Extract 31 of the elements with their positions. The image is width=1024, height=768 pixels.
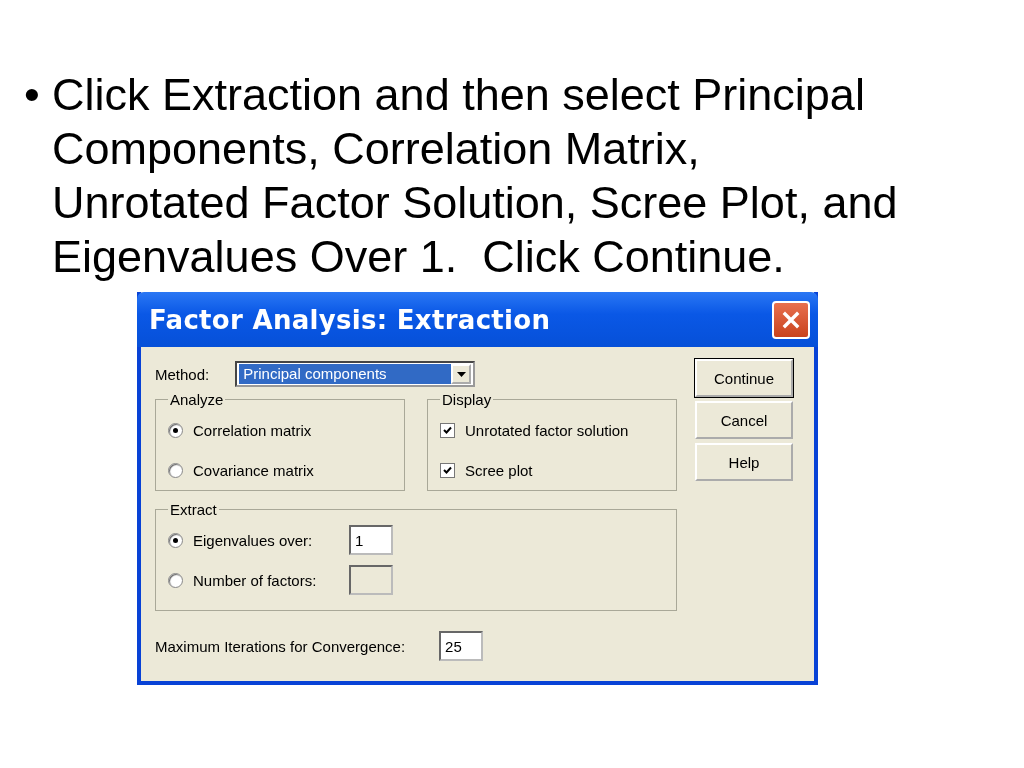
radio-button[interactable]	[168, 462, 183, 478]
window-title: Factor Analysis: Extraction	[149, 304, 551, 335]
option-label: Scree plot	[465, 461, 533, 479]
radio-button[interactable]	[168, 422, 183, 438]
method-dropdown[interactable]: Principal components	[235, 361, 476, 387]
dialog-button[interactable]: Help	[695, 443, 793, 481]
dialog-button[interactable]: Cancel	[695, 401, 793, 439]
bullet: •	[24, 68, 41, 122]
group-title: Display	[441, 391, 493, 408]
iterations-label: Maximum Iterations for Convergence:	[155, 637, 406, 655]
option-label: Correlation matrix	[193, 421, 312, 439]
input-field[interactable]: 25	[439, 631, 484, 661]
option-label: Unrotated factor solution	[465, 421, 629, 439]
close-button[interactable]	[772, 300, 810, 339]
input-field[interactable]: 1	[349, 525, 393, 555]
check-icon	[443, 425, 452, 435]
radio-button[interactable]	[168, 532, 183, 548]
option-label: Covariance matrix	[193, 461, 314, 479]
group-title: Extract	[169, 501, 218, 518]
option-label: Number of factors:	[193, 571, 318, 589]
dropdown-button[interactable]	[451, 364, 472, 384]
dialog-button[interactable]: Continue	[695, 359, 793, 397]
slide-text: Click Extraction and then select Principal Components, Correlation Matrix, Unrotated Factor Solution, Scree Plot, and Eigenvalues Over 1. Click Continue.	[52, 68, 899, 284]
caret-icon	[456, 371, 466, 377]
option-label: Eigenvalues over:	[193, 531, 314, 549]
method-label: Method:	[155, 365, 210, 383]
close-icon	[782, 310, 800, 329]
group-title: Analyze	[169, 391, 225, 408]
check-icon	[443, 465, 452, 475]
checkbox[interactable]	[440, 462, 455, 478]
checkbox[interactable]	[440, 422, 455, 438]
